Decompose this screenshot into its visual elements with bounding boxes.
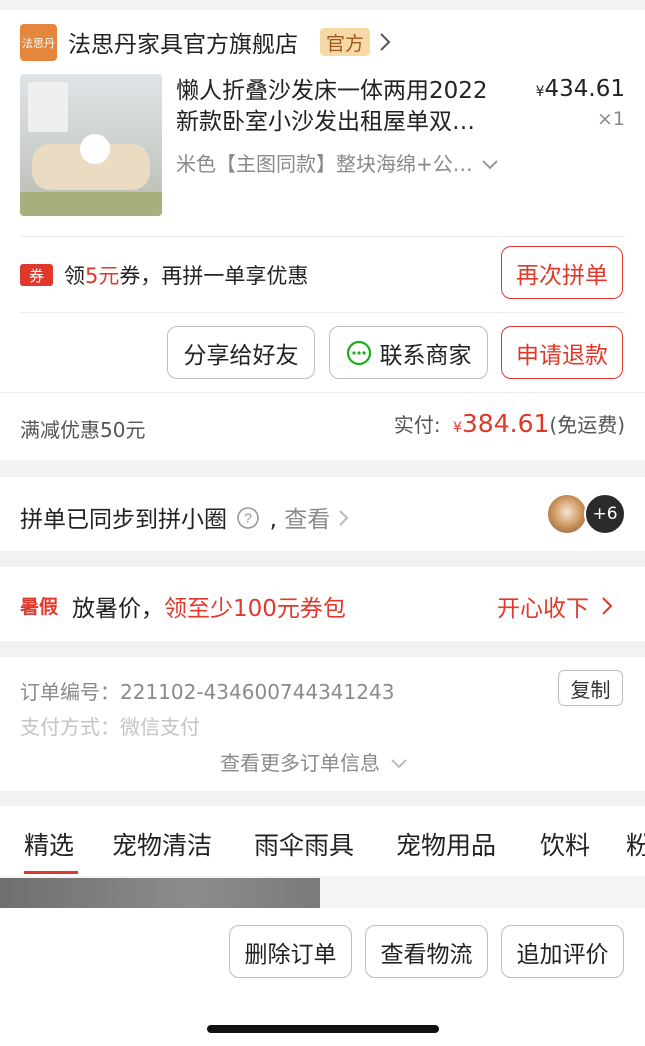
more-members-badge: +6 [584, 493, 626, 535]
divider [20, 236, 625, 237]
svg-text:?: ? [244, 510, 252, 526]
paid-summary: 实付: ¥384.61(免运费) [394, 409, 625, 438]
bottom-bar: 删除订单 查看物流 追加评价 [0, 908, 645, 1046]
tab-featured[interactable]: 精选 [24, 826, 74, 862]
divider [20, 312, 625, 313]
product-title[interactable]: 懒人折叠沙发床一体两用2022 新款卧室小沙发出租屋单双… [176, 76, 516, 138]
order-info: 订单编号：221102-434600744341243 复制 支付方式：微信支付… [0, 657, 645, 791]
store-name[interactable]: 法思丹家具官方旗舰店 [68, 25, 298, 59]
store-logo[interactable]: 法思丹 [20, 24, 57, 61]
circle-label: 拼单已同步到拼小圈 [20, 507, 227, 533]
content-thumbnail[interactable] [0, 878, 320, 908]
help-icon[interactable]: ? [236, 506, 260, 530]
store-logo-text: 法思丹 [22, 36, 55, 50]
paid-label: 实付: [393, 413, 441, 437]
coupon-text: 领5元券，再拼一单享优惠 [64, 264, 309, 288]
contact-merchant-button[interactable]: 联系商家 [329, 326, 488, 379]
product-variant[interactable]: 米色【主图同款】整块海绵+公… [176, 148, 499, 177]
circle-view-link[interactable]: 查看 [284, 507, 330, 533]
coupon-tag: 券 [20, 264, 53, 286]
product-qty: ×1 [596, 108, 625, 130]
price-value: 434.61 [544, 76, 625, 102]
regroup-button[interactable]: 再次拼单 [501, 246, 623, 299]
more-order-info[interactable]: 查看更多订单信息 [220, 747, 408, 776]
circle-text: 拼单已同步到拼小圈 ? , 查看 [20, 500, 350, 534]
chevron-down-icon [482, 160, 498, 170]
promo-row[interactable]: 暑假 放暑价，领至少100元券包 开心收下 [0, 567, 645, 641]
paid-amount: 384.61 [461, 409, 550, 438]
product-image[interactable] [20, 74, 162, 216]
delete-order-button[interactable]: 删除订单 [229, 925, 352, 978]
tab-pet-supplies[interactable]: 宠物用品 [396, 826, 496, 862]
tab-more[interactable]: 粉 [626, 826, 645, 862]
order-number-value: 221102-434600744341243 [120, 680, 395, 704]
payment-method-value: 微信支付 [120, 715, 200, 739]
official-badge: 官方 [320, 28, 370, 56]
price-symbol: ¥ [535, 84, 545, 100]
chevron-right-icon[interactable] [378, 32, 392, 52]
tab-umbrella[interactable]: 雨伞雨具 [254, 826, 354, 862]
payment-method: 支付方式：微信支付 [20, 711, 200, 740]
view-logistics-button[interactable]: 查看物流 [365, 925, 488, 978]
avatar [546, 493, 588, 535]
chat-icon [346, 340, 371, 365]
coupon-amount: 5元 [85, 264, 120, 288]
promo-action[interactable]: 开心收下 [497, 589, 614, 623]
share-button[interactable]: 分享给好友 [167, 326, 315, 379]
tab-active-indicator [24, 871, 78, 874]
copy-button[interactable]: 复制 [558, 670, 623, 706]
chevron-right-icon [602, 597, 613, 615]
contact-merchant-label: 联系商家 [379, 342, 472, 369]
top-strip [0, 0, 645, 10]
more-order-info-label: 查看更多订单信息 [220, 751, 380, 775]
promo-highlight: 领至少100元券包 [164, 596, 346, 622]
product-price: ¥434.61 [536, 76, 625, 102]
circle-row[interactable]: 拼单已同步到拼小圈 ? , 查看 +6 [0, 477, 645, 551]
order-number-label: 订单编号： [20, 680, 120, 704]
tab-pet-cleaning[interactable]: 宠物清洁 [112, 826, 212, 862]
divider [0, 392, 645, 393]
product-title-line1: 懒人折叠沙发床一体两用2022 [176, 78, 488, 104]
paid-symbol: ¥ [452, 420, 462, 436]
promo-tag: 暑假 [20, 596, 59, 618]
home-indicator [207, 1025, 439, 1033]
shipping-note: (免运费) [549, 413, 625, 437]
product-title-line2: 新款卧室小沙发出租屋单双… [176, 109, 475, 135]
refund-button[interactable]: 申请退款 [501, 326, 623, 379]
order-card: 法思丹 法思丹家具官方旗舰店 官方 懒人折叠沙发床一体两用2022 新款卧室小沙… [0, 10, 645, 460]
chevron-right-icon [338, 510, 348, 526]
discount-text: 满减优惠50元 [20, 418, 146, 442]
add-review-button[interactable]: 追加评价 [501, 925, 624, 978]
tab-drinks[interactable]: 饮料 [540, 826, 590, 862]
chevron-down-icon [391, 759, 408, 769]
payment-method-label: 支付方式： [20, 715, 120, 739]
order-number: 订单编号：221102-434600744341243 [20, 676, 394, 705]
variant-text: 米色【主图同款】整块海绵+公… [176, 152, 473, 176]
promo-action-label: 开心收下 [497, 596, 589, 622]
promo-text: 放暑价，领至少100元券包 [72, 596, 346, 622]
